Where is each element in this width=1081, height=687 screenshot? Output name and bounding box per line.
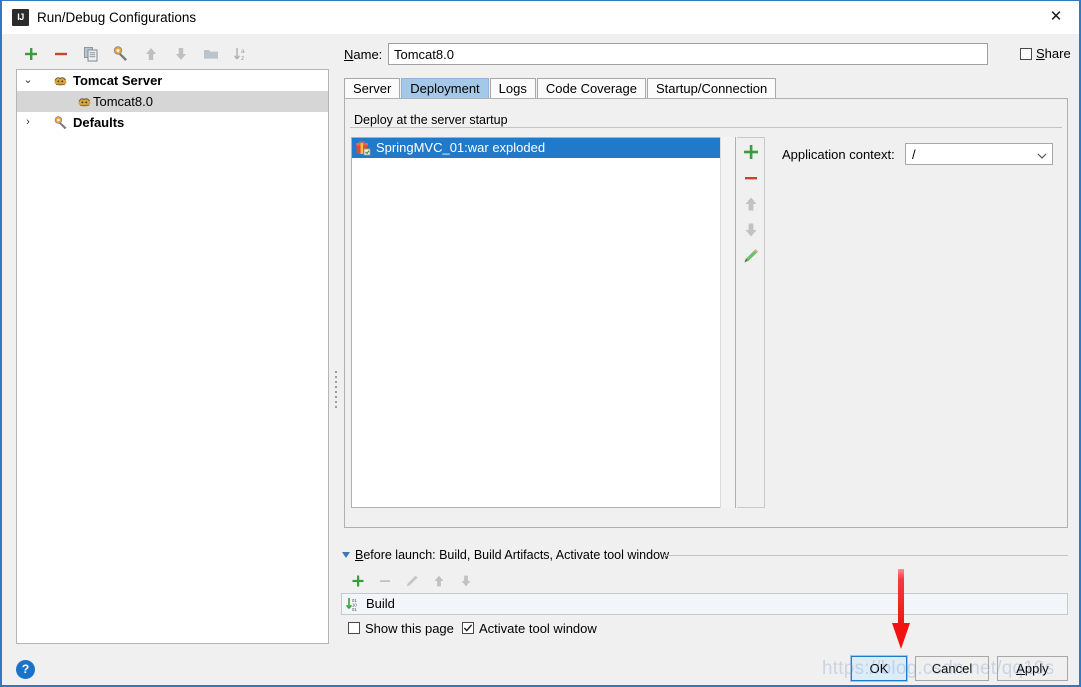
add-artifact-button[interactable] [741, 142, 761, 162]
tomcat-icon [77, 94, 93, 110]
tree-item-tomcat-server[interactable]: ⌄ Tomcat Server [17, 70, 328, 91]
tree-item-label: Defaults [73, 115, 125, 130]
share-mnemonic: S [1036, 46, 1045, 61]
move-task-up-button[interactable] [431, 573, 447, 589]
compile-icon: 01 10 01 [345, 596, 362, 619]
configurations-tree[interactable]: ⌄ Tomcat Server Tomcat8.0 › Defaults [16, 69, 329, 644]
collapse-triangle-icon[interactable] [342, 552, 350, 558]
help-button[interactable]: ? [16, 660, 35, 679]
remove-icon[interactable] [52, 45, 70, 63]
move-artifact-down-button[interactable] [741, 220, 761, 240]
table-cell-task-name: Build [366, 596, 395, 611]
name-label: Name: [344, 47, 382, 62]
edit-artifact-button[interactable] [741, 246, 761, 266]
name-label-rest: ame: [353, 47, 383, 62]
configuration-tabs: Server Deployment Logs Code Coverage Sta… [344, 78, 777, 99]
application-context-value: / [912, 147, 916, 162]
table-row[interactable]: 01 10 01 Build [342, 594, 1067, 614]
tree-item-tomcat8[interactable]: Tomcat8.0 [17, 91, 328, 112]
move-artifact-up-button[interactable] [741, 194, 761, 214]
artifact-icon [355, 140, 371, 162]
application-context-label: Application context: [782, 147, 895, 162]
edit-task-button[interactable] [404, 573, 420, 589]
remove-artifact-button[interactable] [741, 168, 761, 188]
move-up-icon[interactable] [142, 45, 160, 63]
tab-deployment[interactable]: Deployment [401, 78, 489, 99]
tomcat-icon [53, 73, 69, 89]
activate-tool-window-label[interactable]: Activate tool window [479, 621, 597, 636]
activate-tool-window-checkbox[interactable] [462, 622, 474, 634]
cancel-button[interactable]: Cancel [915, 656, 989, 681]
tree-item-defaults[interactable]: › Defaults [17, 112, 328, 133]
copy-configuration-icon[interactable] [82, 45, 100, 63]
close-icon[interactable]: ✕ [1033, 1, 1079, 33]
splitter-handle[interactable] [334, 371, 338, 411]
configurations-toolbar: a z [16, 41, 329, 69]
dialog-title: Run/Debug Configurations [37, 10, 197, 25]
add-task-button[interactable] [350, 573, 366, 589]
apply-label-rest: pply [1024, 661, 1049, 676]
create-folder-icon[interactable] [202, 45, 220, 63]
remove-task-button[interactable] [377, 573, 393, 589]
tree-item-label: Tomcat Server [73, 73, 163, 88]
panel-splitter[interactable] [331, 41, 341, 645]
chevron-down-icon[interactable]: ⌄ [21, 70, 35, 91]
deployment-side-toolbar [737, 137, 765, 508]
before-launch-toolbar [347, 571, 647, 593]
before-launch-title-rest: efore launch: Build, Build Artifacts, Ac… [363, 548, 670, 562]
edit-templates-icon[interactable] [112, 45, 130, 63]
svg-text:a: a [241, 48, 245, 55]
before-launch-border-line [665, 555, 1068, 556]
annotation-arrow-icon [890, 569, 912, 653]
deploy-group-title: Deploy at the server startup [350, 113, 512, 127]
share-label[interactable]: Share [1036, 46, 1071, 61]
application-context-combobox[interactable]: / [905, 143, 1053, 165]
list-item-label: SpringMVC_01:war exploded [376, 140, 546, 155]
ok-button[interactable]: OK [850, 655, 908, 682]
tab-server[interactable]: Server [344, 78, 401, 99]
deployment-list[interactable]: SpringMVC_01:war exploded [351, 137, 736, 508]
apply-button[interactable]: Apply [997, 656, 1068, 681]
move-down-icon[interactable] [172, 45, 190, 63]
name-input[interactable] [388, 43, 988, 65]
before-launch-title: Before launch: Build, Build Artifacts, A… [355, 548, 669, 562]
run-debug-configurations-dialog: IJ Run/Debug Configurations ✕ a z ⌄ Tomc… [0, 0, 1081, 687]
sort-alphabetically-icon[interactable]: a z [232, 45, 250, 63]
name-mnemonic: N [344, 47, 354, 62]
intellij-idea-icon: IJ [12, 9, 29, 26]
tab-startup-connection[interactable]: Startup/Connection [646, 78, 777, 99]
tree-item-label: Tomcat8.0 [93, 94, 153, 109]
svg-text:z: z [241, 55, 244, 62]
chevron-right-icon[interactable]: › [21, 112, 35, 133]
tab-logs[interactable]: Logs [489, 78, 536, 99]
apply-mnemonic: A [1016, 661, 1025, 676]
group-border-line [350, 127, 1062, 128]
svg-text:01: 01 [352, 607, 357, 612]
before-launch-task-list[interactable]: 01 10 01 Build [341, 593, 1068, 615]
deployment-list-scrollbar[interactable] [720, 137, 735, 508]
show-this-page-label[interactable]: Show this page [365, 621, 454, 636]
wrench-icon [53, 115, 69, 131]
add-icon[interactable] [22, 45, 40, 63]
share-label-rest: hare [1044, 46, 1071, 61]
move-task-down-button[interactable] [458, 573, 474, 589]
tab-code-coverage[interactable]: Code Coverage [536, 78, 646, 99]
show-this-page-checkbox[interactable] [348, 622, 360, 634]
list-item[interactable]: SpringMVC_01:war exploded [352, 138, 735, 158]
chevron-down-icon[interactable] [1037, 150, 1047, 159]
title-bar: IJ Run/Debug Configurations ✕ [2, 1, 1079, 34]
share-checkbox[interactable] [1020, 48, 1032, 60]
